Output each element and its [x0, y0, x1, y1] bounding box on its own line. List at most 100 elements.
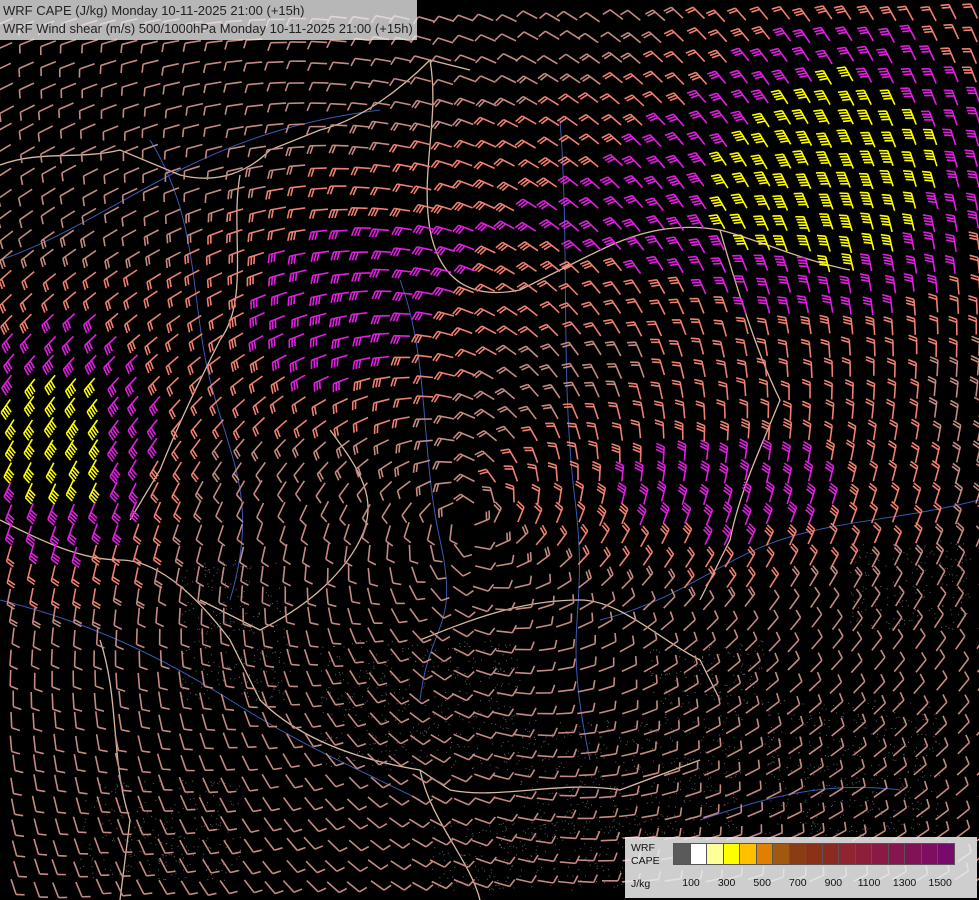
stipple-dot [694, 661, 695, 663]
stipple-dot [188, 676, 190, 678]
stipple-dot [454, 650, 456, 652]
stipple-dot [590, 847, 592, 849]
stipple-dot [375, 742, 377, 744]
stipple-dot [155, 818, 157, 820]
stipple-dot [969, 558, 971, 560]
legend-tick-label: 1500 [928, 877, 952, 889]
stipple-dot [195, 803, 197, 805]
stipple-dot [903, 722, 905, 724]
stipple-dot [385, 764, 387, 766]
stipple-dot [746, 702, 748, 704]
stipple-dot [237, 596, 239, 597]
stipple-dot [901, 744, 903, 746]
stipple-dot [216, 572, 218, 574]
stipple-dot [903, 552, 905, 554]
stipple-dot [507, 851, 509, 853]
stipple-dot [219, 604, 221, 605]
stipple-dot [702, 656, 704, 658]
stipple-dot [241, 693, 243, 695]
stipple-dot [244, 689, 246, 691]
stipple-dot [617, 885, 619, 887]
stipple-dot [898, 716, 900, 718]
stipple-dot [528, 769, 530, 771]
stipple-dot [552, 836, 553, 838]
stipple-dot [219, 863, 221, 865]
stipple-dot [198, 838, 200, 840]
stipple-dot [783, 781, 785, 783]
stipple-dot [532, 787, 534, 789]
stipple-dot [826, 734, 827, 736]
stipple-dot [563, 767, 565, 769]
stipple-dot [182, 688, 184, 690]
stipple-dot [355, 714, 357, 716]
stipple-dot [778, 778, 780, 780]
stipple-dot [439, 853, 441, 855]
stipple-dot [478, 710, 480, 712]
stipple-dot [258, 613, 260, 615]
stipple-dot [355, 658, 357, 660]
stipple-dot [171, 813, 173, 814]
stipple-dot [459, 643, 461, 644]
stipple-dot [708, 759, 710, 761]
stipple-dot [773, 762, 775, 764]
stipple-dot [269, 697, 271, 699]
stipple-dot [607, 869, 609, 871]
stipple-dot [619, 792, 621, 794]
stipple-dot [852, 615, 854, 617]
stipple-dot [711, 695, 713, 697]
stipple-dot [734, 747, 736, 749]
stipple-dot [767, 763, 769, 765]
stipple-dot [207, 879, 209, 881]
stipple-dot [373, 667, 375, 669]
stipple-dot [495, 885, 497, 886]
stipple-dot [181, 613, 183, 615]
stipple-dot [568, 866, 569, 868]
stipple-dot [398, 723, 400, 725]
stipple-dot [676, 829, 678, 831]
stipple-dot [861, 611, 862, 613]
stipple-dot [183, 653, 185, 655]
stipple-dot [272, 652, 274, 654]
stipple-dot [931, 608, 933, 610]
stipple-dot [726, 717, 728, 719]
stipple-dot [329, 660, 330, 662]
stipple-dot [908, 720, 910, 722]
stipple-dot [359, 720, 361, 722]
stipple-dot [585, 775, 587, 777]
stipple-dot [893, 827, 895, 829]
stipple-dot [104, 787, 106, 789]
stipple-dot [533, 743, 535, 745]
stipple-dot [540, 746, 542, 748]
stipple-dot [638, 791, 640, 793]
stipple-dot [800, 821, 802, 823]
stipple-dot [130, 855, 132, 857]
stipple-dot [816, 816, 818, 818]
stipple-dot [906, 758, 908, 760]
stipple-dot [486, 878, 488, 880]
stipple-dot [621, 837, 623, 839]
stipple-dot [865, 575, 867, 576]
stipple-dot [840, 758, 842, 760]
stipple-dot [718, 694, 720, 696]
stipple-dot [877, 558, 879, 560]
stipple-dot [498, 644, 500, 646]
stipple-dot [937, 814, 939, 816]
stipple-dot [464, 680, 466, 682]
stipple-dot [951, 613, 953, 615]
stipple-dot [682, 703, 684, 705]
stipple-dot [820, 770, 822, 772]
stipple-dot [619, 736, 620, 738]
stipple-dot [217, 824, 219, 826]
stipple-dot [770, 762, 772, 764]
stipple-dot [733, 736, 735, 738]
stipple-dot [507, 728, 509, 730]
stipple-dot [780, 740, 781, 741]
stipple-dot [603, 882, 605, 883]
stipple-dot [423, 657, 425, 659]
stipple-dot [442, 851, 443, 853]
stipple-dot [225, 846, 227, 848]
stipple-dot [420, 749, 422, 751]
stipple-dot [478, 831, 480, 833]
stipple-dot [824, 770, 826, 772]
stipple-dot [215, 823, 217, 825]
